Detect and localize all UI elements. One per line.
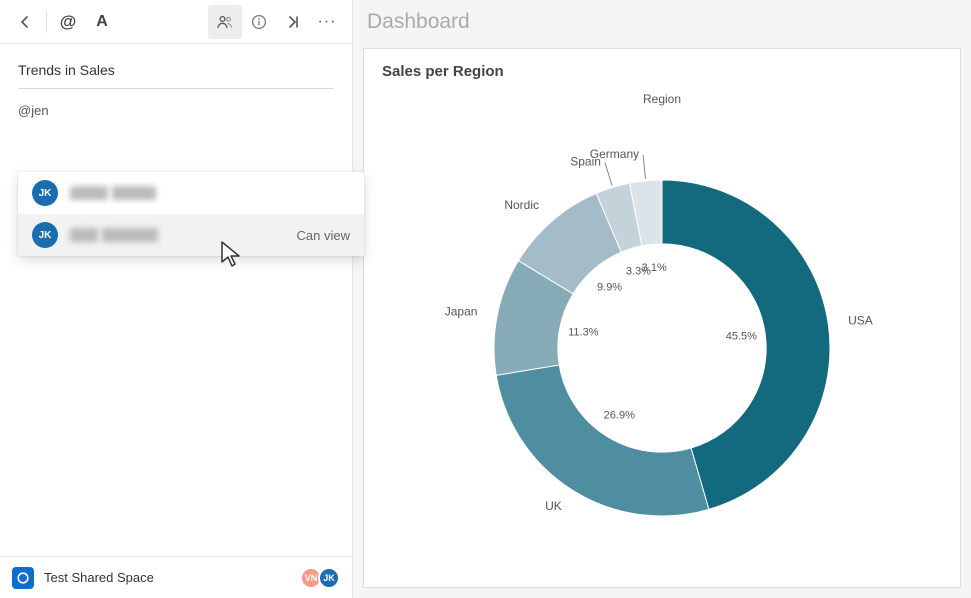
footer: Test Shared Space VNJK	[0, 556, 352, 598]
segment-label: Germany	[590, 147, 639, 161]
left-panel: @ A ··· Trends in Sales @jen	[0, 0, 353, 598]
chart-segment[interactable]	[496, 365, 709, 516]
mention-input[interactable]: @jen	[18, 103, 334, 118]
panel-body: Trends in Sales @jen JK JK Can view	[0, 44, 352, 556]
space-icon[interactable]	[12, 567, 34, 589]
segment-label: Nordic	[504, 198, 539, 212]
format-button[interactable]: A	[85, 5, 119, 39]
permission-label: Can view	[297, 228, 350, 243]
mention-dropdown: JK JK Can view	[18, 172, 364, 256]
right-panel: Dashboard Sales per Region Region 45.5% U…	[353, 0, 971, 598]
toolbar-separator	[46, 11, 47, 33]
pct-label: 3.1%	[642, 262, 667, 274]
legend-title: Region	[643, 92, 681, 106]
panel-title: Trends in Sales	[18, 62, 334, 89]
mention-suggestion[interactable]: JK	[18, 172, 364, 214]
chart-card: Sales per Region Region 45.5% USA 26.9% UK 1…	[363, 48, 961, 588]
suggestion-name-redacted	[70, 228, 297, 242]
avatar: JK	[32, 180, 58, 206]
segment-label: USA	[848, 314, 873, 328]
skip-end-icon	[286, 15, 300, 29]
people-button[interactable]	[208, 5, 242, 39]
space-name[interactable]: Test Shared Space	[44, 570, 304, 585]
segment-label: Japan	[445, 304, 478, 318]
pct-label: 45.5%	[726, 331, 757, 343]
pct-label: 26.9%	[604, 410, 635, 422]
pct-label: 9.9%	[597, 281, 622, 293]
mention-suggestion[interactable]: JK Can view	[18, 214, 364, 256]
footer-avatars: VNJK	[304, 567, 340, 589]
chart-title: Sales per Region	[382, 63, 942, 80]
people-icon	[216, 13, 234, 31]
suggestion-name-redacted	[70, 186, 350, 200]
back-button[interactable]	[8, 5, 42, 39]
space-badge-icon	[16, 571, 30, 585]
chevron-left-icon	[18, 15, 32, 29]
info-icon	[251, 14, 267, 30]
left-toolbar: @ A ···	[0, 0, 352, 44]
pct-label: 11.3%	[568, 327, 599, 339]
page-title: Dashboard	[353, 0, 971, 44]
skip-button[interactable]	[276, 5, 310, 39]
avatar: JK	[32, 222, 58, 248]
segment-label: UK	[545, 499, 562, 513]
info-button[interactable]	[242, 5, 276, 39]
mention-button[interactable]: @	[51, 5, 85, 39]
leader-line	[605, 163, 612, 186]
chart-area[interactable]: Region 45.5% USA 26.9% UK 11.3% Japan 9.9% Nord…	[382, 88, 942, 573]
more-button[interactable]: ···	[310, 5, 344, 39]
leader-line	[643, 155, 645, 179]
avatar[interactable]: JK	[318, 567, 340, 589]
donut-chart[interactable]: 45.5%USA26.9%UK11.3%Japan9.9%Nordic3.3%S…	[382, 88, 942, 558]
